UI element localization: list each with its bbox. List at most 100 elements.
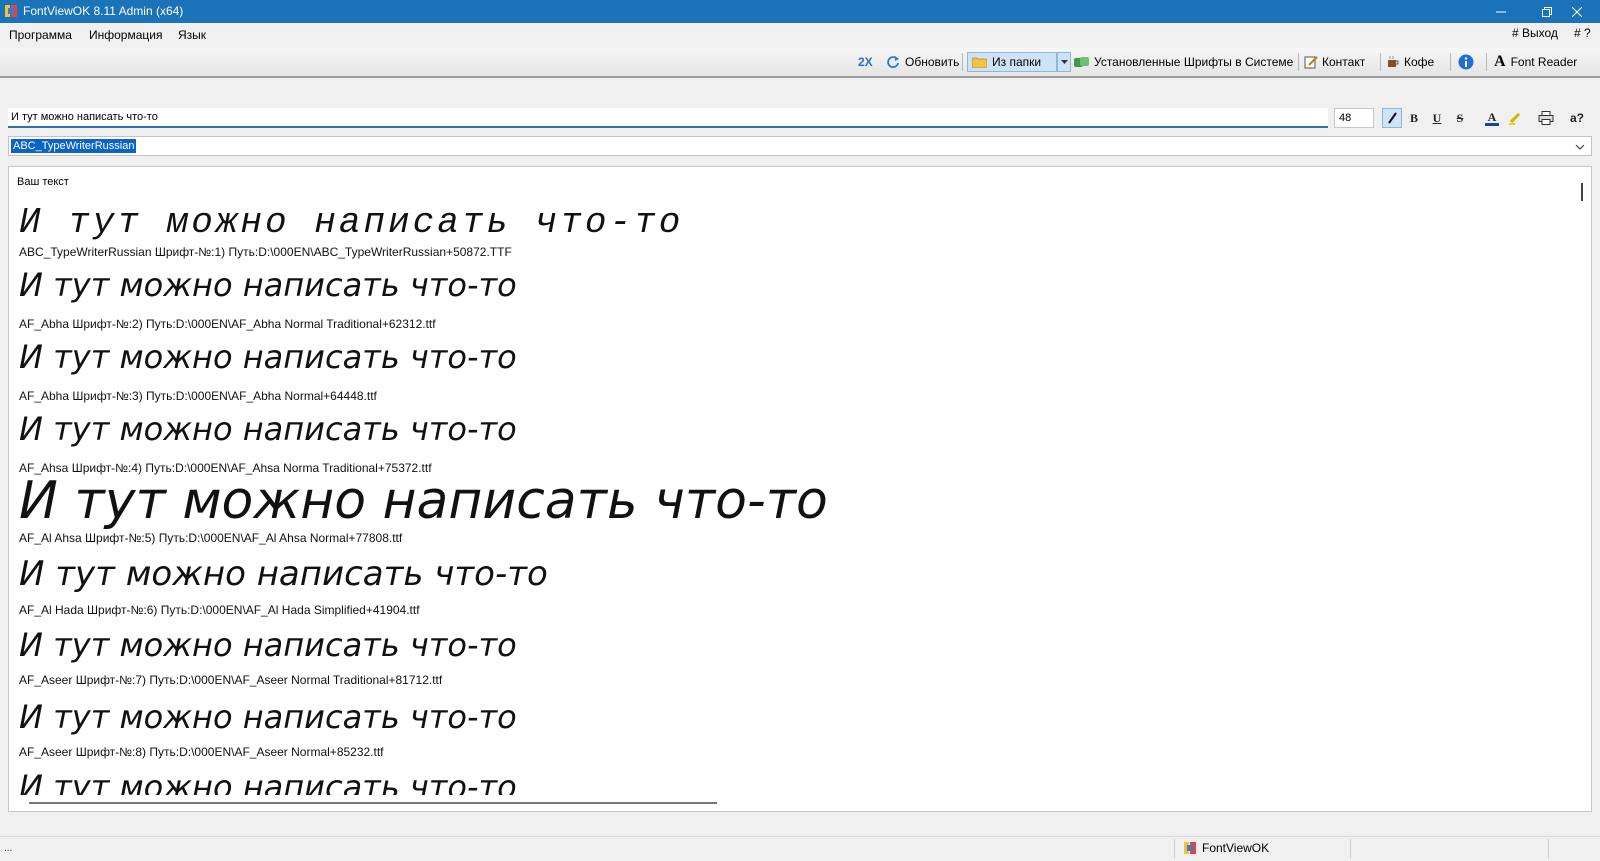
- font-color-label: A: [1487, 109, 1497, 124]
- status-separator: [1174, 839, 1175, 859]
- font-sample: И тут можно написать что-то: [19, 338, 517, 376]
- toolbar-separator: [962, 53, 963, 71]
- installed-fonts-button[interactable]: Установленные Шрифты в Системе: [1074, 52, 1293, 72]
- chevron-down-icon: [1575, 139, 1585, 153]
- status-separator: [1350, 839, 1351, 859]
- highlight-button[interactable]: [1505, 108, 1525, 128]
- preview-pane[interactable]: Ваш текст И тут можно написать что-то AB…: [8, 166, 1592, 812]
- from-folder-button[interactable]: Из папки: [967, 52, 1057, 72]
- font-detect-button[interactable]: a?: [1564, 108, 1590, 128]
- refresh-button[interactable]: Обновить: [886, 52, 959, 72]
- from-folder-label: Из папки: [992, 55, 1042, 69]
- minimize-icon: [1496, 11, 1506, 12]
- fonts-icon: [1074, 57, 1089, 67]
- font-detect-label: a?: [1569, 111, 1584, 125]
- coffee-button[interactable]: Кофе: [1386, 52, 1434, 72]
- strikethrough-button[interactable]: S: [1450, 108, 1470, 128]
- font-select-value: ABC_TypeWriterRussian: [11, 139, 137, 153]
- menu-language[interactable]: Язык: [178, 28, 206, 42]
- contact-button[interactable]: Контакт: [1304, 52, 1365, 72]
- font-color-swatch: [1485, 122, 1499, 126]
- scrollbar-thumb[interactable]: [29, 802, 717, 804]
- installed-fonts-label: Установленные Шрифты в Системе: [1094, 55, 1294, 69]
- info-icon: [1458, 54, 1474, 70]
- bold-label: B: [1409, 110, 1418, 125]
- font-sample: И тут можно написать что-то: [19, 626, 517, 664]
- print-button[interactable]: [1536, 108, 1556, 128]
- from-folder-dropdown[interactable]: [1057, 52, 1071, 72]
- status-app: FontViewOK: [1183, 841, 1269, 855]
- refresh-label: Обновить: [905, 55, 960, 69]
- font-select[interactable]: ABC_TypeWriterRussian: [8, 136, 1592, 156]
- font-entry: И тут можно написать что-то ABC_TypeWrit…: [19, 202, 684, 260]
- app-icon: [1184, 842, 1196, 854]
- sample-text-input[interactable]: [8, 108, 1328, 128]
- font-sample: И тут можно написать что-то: [19, 471, 828, 531]
- status-app-label: FontViewOK: [1202, 841, 1270, 855]
- font-color-button[interactable]: A: [1482, 108, 1502, 128]
- close-button[interactable]: [1554, 0, 1600, 23]
- underline-button[interactable]: U: [1427, 108, 1447, 128]
- font-entry: И тут можно написать что-то AF_Aseer Шри…: [19, 701, 517, 759]
- font-info: AF_Aseer Шрифт-№:8) Путь:D:\000EN\AF_Ase…: [19, 745, 384, 759]
- title-bar: FontViewOK 8.11 Admin (x64): [0, 0, 1600, 23]
- italic-icon: [1388, 112, 1397, 124]
- bold-button[interactable]: B: [1404, 108, 1424, 128]
- about-button[interactable]: [1458, 52, 1474, 72]
- exit-link[interactable]: # Выход: [1512, 26, 1558, 40]
- toolbar-separator: [1450, 53, 1451, 71]
- app-icon: [5, 5, 17, 17]
- toolbar: 2X Обновить Из папки Установленные Шрифт…: [0, 48, 1600, 78]
- toolbar-separator: [1486, 53, 1487, 71]
- menu-bar: Программа Информация Язык # Выход # ?: [0, 23, 1600, 46]
- font-info: ABC_TypeWriterRussian Шрифт-№:1) Путь:D:…: [19, 245, 512, 259]
- highlighter-icon: [1509, 112, 1521, 125]
- font-info: AF_Abha Шрифт-№:2) Путь:D:\000EN\AF_Abha…: [19, 317, 436, 331]
- horizontal-scrollbar[interactable]: [9, 795, 1577, 811]
- font-entry: И тут можно написать что-то AF_Ahsa Шриф…: [19, 413, 517, 475]
- help-link[interactable]: # ?: [1574, 26, 1591, 40]
- font-info: AF_Aseer Шрифт-№:7) Путь:D:\000EN\AF_Ase…: [19, 673, 443, 687]
- vertical-scrollbar[interactable]: [1575, 167, 1591, 795]
- font-reader-label: Font Reader: [1510, 55, 1578, 69]
- font-sample: И тут можно написать что-то: [19, 410, 517, 448]
- minimize-button[interactable]: [1478, 0, 1524, 23]
- status-text: ...: [4, 843, 13, 854]
- scrollbar-thumb[interactable]: [1581, 183, 1583, 201]
- text-input-row: B U S A a?: [0, 106, 1600, 132]
- toolbar-separator: [1298, 53, 1299, 71]
- dropdown-arrow-icon: [1060, 60, 1068, 64]
- font-sample: И тут можно написать что-то: [19, 266, 517, 304]
- double-view-button[interactable]: 2X: [858, 52, 873, 72]
- font-reader-button[interactable]: A Font Reader: [1494, 52, 1577, 72]
- double-view-label: 2X: [858, 55, 873, 69]
- underline-label: U: [1432, 110, 1442, 125]
- close-icon: [1572, 6, 1582, 17]
- font-info: AF_Al Ahsa Шрифт-№:5) Путь:D:\000EN\AF_A…: [19, 531, 403, 545]
- font-info: AF_Abha Шрифт-№:3) Путь:D:\000EN\AF_Abha…: [19, 389, 377, 403]
- restore-icon: [1542, 6, 1552, 17]
- font-sample: И тут можно написать что-то: [19, 554, 548, 594]
- font-letter-icon: A: [1494, 53, 1506, 70]
- font-sample: И тут можно написать что-то: [19, 698, 517, 736]
- window-title: FontViewOK 8.11 Admin (x64): [23, 4, 184, 18]
- font-entry: И тут можно написать что-то AF_Al Hada Ш…: [19, 557, 548, 617]
- status-separator: [1548, 839, 1549, 859]
- font-entry: И тут можно написать что-то AF_Abha Шриф…: [19, 341, 517, 403]
- font-info: AF_Al Hada Шрифт-№:6) Путь:D:\000EN\AF_A…: [19, 603, 420, 617]
- italic-button[interactable]: [1382, 108, 1402, 128]
- menu-program[interactable]: Программа: [9, 28, 72, 42]
- font-sample: И тут можно написать что-то: [19, 202, 684, 243]
- coffee-label: Кофе: [1404, 55, 1435, 69]
- toolbar-separator: [1380, 53, 1381, 71]
- font-entry: И тут можно написать что-то AF_Abha Шриф…: [19, 269, 517, 331]
- status-bar: ... FontViewOK: [0, 836, 1600, 861]
- folder-icon: [972, 57, 987, 68]
- font-size-input[interactable]: [1334, 108, 1374, 128]
- printer-icon: [1538, 111, 1554, 125]
- coffee-icon: [1388, 56, 1399, 67]
- preview-caption: Ваш текст: [17, 176, 69, 188]
- edit-icon: [1304, 56, 1318, 69]
- contact-label: Контакт: [1322, 55, 1366, 69]
- menu-info[interactable]: Информация: [89, 28, 162, 42]
